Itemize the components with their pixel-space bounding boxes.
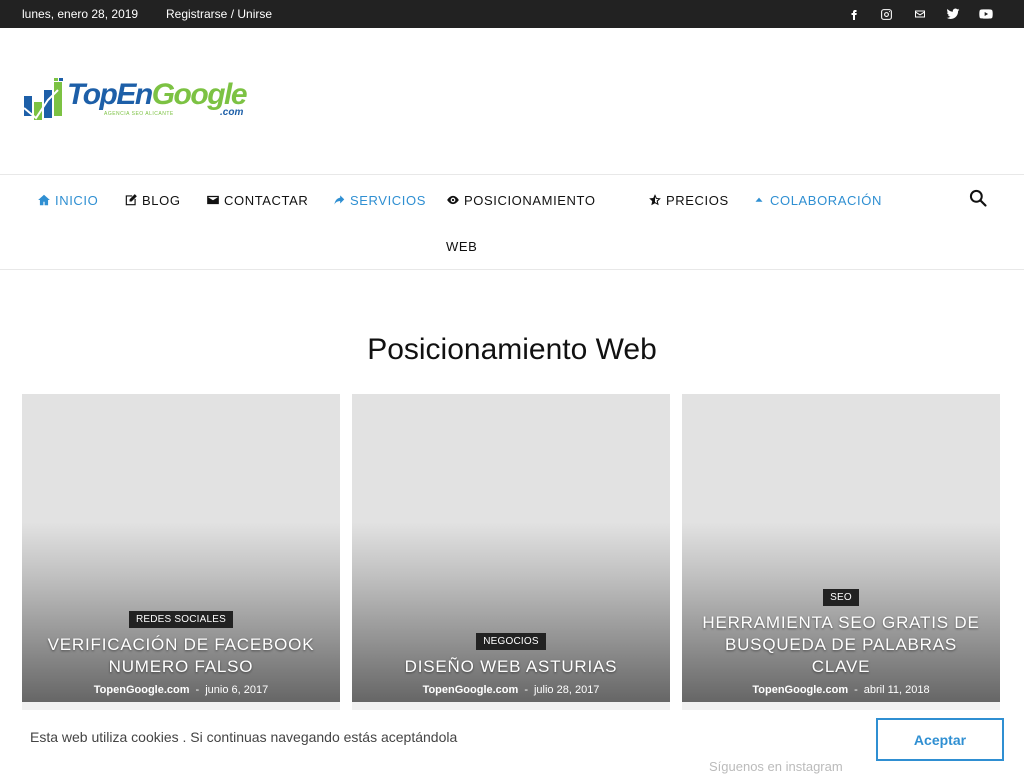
nav-item-inicio[interactable]: INICIO xyxy=(37,191,98,209)
nav-item-precios[interactable]: PRECIOS xyxy=(648,191,729,209)
page-title: Posicionamiento Web xyxy=(367,333,657,366)
post-date: abril 11, 2018 xyxy=(863,684,930,696)
logo-mark-icon xyxy=(23,78,63,120)
post-card[interactable]: SEO HERRAMIENTA SEO GRATIS DE BUSQUEDA D… xyxy=(682,394,1000,702)
edit-icon xyxy=(124,193,138,207)
main-navigation: INICIO BLOG CONTACTAR SERVICIOS POSICION… xyxy=(0,174,1024,270)
logo-tagline: AGENCIA SEO ALICANTE xyxy=(104,111,174,117)
search-icon[interactable] xyxy=(968,188,988,208)
nav-item-servicios[interactable]: SERVICIOS xyxy=(332,191,426,209)
mail-icon xyxy=(206,193,220,207)
share-arrow-icon xyxy=(332,193,346,207)
star-half-icon xyxy=(648,193,662,207)
social-links xyxy=(837,0,1002,28)
post-title[interactable]: DISEÑO WEB ASTURIAS xyxy=(352,656,670,678)
post-meta: TopenGoogle.com - julio 28, 2017 xyxy=(352,684,670,696)
card-content: SEO HERRAMIENTA SEO GRATIS DE BUSQUEDA D… xyxy=(682,587,1000,696)
meta-separator: - xyxy=(524,684,528,696)
post-card[interactable]: NEGOCIOS DISEÑO WEB ASTURIAS TopenGoogle… xyxy=(352,394,670,702)
facebook-icon[interactable] xyxy=(837,0,870,28)
eye-icon xyxy=(446,193,460,207)
nav-item-posicionamiento-wrap[interactable]: WEB xyxy=(446,239,477,254)
nav-item-colaboracion[interactable]: COLABORACIÓN xyxy=(752,191,882,209)
category-badge[interactable]: NEGOCIOS xyxy=(476,633,546,650)
post-author[interactable]: TopenGoogle.com xyxy=(752,684,848,696)
instagram-icon[interactable] xyxy=(870,0,903,28)
card-content: REDES SOCIALES VERIFICACIÓN DE FACEBOOK … xyxy=(22,609,340,696)
post-card[interactable]: REDES SOCIALES VERIFICACIÓN DE FACEBOOK … xyxy=(22,394,340,702)
post-date: julio 28, 2017 xyxy=(533,684,600,696)
card-content: NEGOCIOS DISEÑO WEB ASTURIAS TopenGoogle… xyxy=(352,631,670,696)
twitter-icon[interactable] xyxy=(936,0,969,28)
category-badge[interactable]: REDES SOCIALES xyxy=(128,611,234,628)
nav-item-posicionamiento[interactable]: POSICIONAMIENTO xyxy=(446,191,596,209)
nav-item-contactar[interactable]: CONTACTAR xyxy=(206,191,308,209)
login-link[interactable]: Registrarse / Unirse xyxy=(166,7,272,21)
youtube-icon[interactable] xyxy=(969,0,1002,28)
card-bottom-strip xyxy=(682,702,1000,710)
category-badge[interactable]: SEO xyxy=(823,589,859,606)
card-bottom-strip xyxy=(22,702,340,710)
instagram-follow-heading: Síguenos en instagram xyxy=(709,759,843,774)
cookie-banner: Síguenos en instagram Esta web utiliza c… xyxy=(0,710,1024,774)
top-bar: lunes, enero 28, 2019 Registrarse / Unir… xyxy=(0,0,1024,28)
logo-dotcom: .com xyxy=(220,107,244,118)
post-meta: TopenGoogle.com - abril 11, 2018 xyxy=(682,684,1000,696)
home-icon xyxy=(37,193,51,207)
meta-separator: - xyxy=(854,684,858,696)
post-author[interactable]: TopenGoogle.com xyxy=(423,684,519,696)
accept-cookies-button[interactable]: Aceptar xyxy=(876,718,1004,761)
nav-item-blog[interactable]: BLOG xyxy=(124,191,181,209)
meta-separator: - xyxy=(195,684,200,696)
post-date: junio 6, 2017 xyxy=(205,684,269,696)
post-title[interactable]: VERIFICACIÓN DE FACEBOOK NUMERO FALSO xyxy=(22,634,340,678)
mail-icon[interactable] xyxy=(903,0,936,28)
cookie-message: Esta web utiliza cookies . Si continuas … xyxy=(30,729,458,745)
site-logo[interactable]: TopEnGoogle .com AGENCIA SEO ALICANTE xyxy=(22,76,248,126)
post-meta: TopenGoogle.com - junio 6, 2017 xyxy=(22,684,340,696)
post-author[interactable]: TopenGoogle.com xyxy=(94,684,190,696)
current-date: lunes, enero 28, 2019 xyxy=(22,7,139,21)
caret-up-icon xyxy=(752,193,766,207)
post-title[interactable]: HERRAMIENTA SEO GRATIS DE BUSQUEDA DE PA… xyxy=(682,612,1000,678)
card-bottom-strip xyxy=(352,702,670,710)
